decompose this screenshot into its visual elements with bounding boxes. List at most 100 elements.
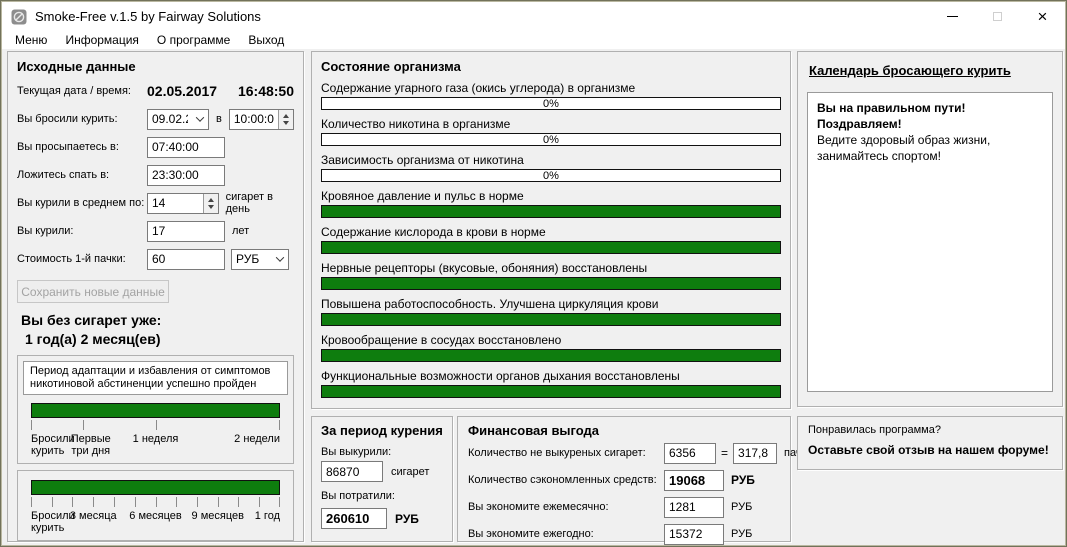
tick-label: Бросили курить [31, 433, 75, 457]
indicator-label: Нервные рецепторы (вкусовые, обоняния) в… [321, 261, 781, 275]
currency-dropdown-button[interactable] [272, 250, 288, 269]
avg-cigs-suffix: сигарет в день [226, 191, 294, 215]
first-year-progressbar [31, 480, 280, 495]
not-smoked-row: Количество не выкуреных сигарет: = пачек [468, 441, 780, 465]
indicator-row: Функциональные возможности органов дыхан… [321, 369, 781, 398]
saved-money-label: Количество сэкономленных средств: [468, 474, 664, 486]
minimize-icon [947, 16, 958, 17]
indicator-label: Функциональные возможности органов дыхан… [321, 369, 781, 383]
spinner-down-icon [208, 205, 214, 209]
financial-panel: Финансовая выгода Количество не выкурены… [457, 416, 791, 542]
indicator-progressbar [321, 313, 781, 326]
financial-title: Финансовая выгода [468, 423, 780, 438]
indicator-row: Кровообращение в сосудах восстановлено [321, 333, 781, 362]
yearly-savings-row: Вы экономите ежегодно: РУБ [468, 522, 780, 546]
maximize-button[interactable] [975, 2, 1020, 31]
smoked-suffix: сигарет [391, 466, 429, 478]
tick-label: 6 месяцев [129, 510, 181, 522]
initial-data-title: Исходные данные [17, 59, 294, 74]
menu-bar: Меню Информация О программе Выход [2, 31, 1065, 49]
indicator-label: Количество никотина в организме [321, 117, 781, 131]
pack-cost-input[interactable] [147, 249, 225, 270]
sleep-time-label: Ложитесь спать в: [17, 169, 147, 181]
calendar-message: Ведите здоровый образ жизни, занимайтесь… [817, 132, 1043, 164]
wake-time-label: Вы просыпаетесь в: [17, 141, 147, 153]
adaptation-ticks [31, 420, 280, 432]
avg-cigs-spin-buttons[interactable] [203, 194, 218, 213]
yearly-savings-input[interactable] [664, 524, 724, 545]
menu-item-about[interactable]: О программе [148, 32, 239, 48]
adaptation-progress-fill [32, 404, 279, 417]
avg-cigs-input[interactable] [148, 194, 203, 213]
sleep-time-input[interactable] [147, 165, 225, 186]
calendar-panel: Календарь бросающего курить Вы на правил… [797, 51, 1063, 407]
indicator-row: Содержание угарного газа (окись углерода… [321, 81, 781, 110]
indicator-percent-text: 0% [322, 134, 780, 146]
indicator-progressbar [321, 277, 781, 290]
pack-cost-row: Стоимость 1-й пачки: [17, 248, 294, 270]
indicator-row: Повышена работоспособность. Улучшена цир… [321, 297, 781, 326]
indicator-row: Нервные рецепторы (вкусовые, обоняния) в… [321, 261, 781, 290]
not-smoked-count-input[interactable] [664, 443, 716, 464]
indicator-progressbar: 0% [321, 133, 781, 146]
quit-date-combobox[interactable] [147, 109, 209, 130]
tick-label: 3 месяца [70, 510, 117, 522]
quit-time-input[interactable] [230, 110, 278, 129]
quit-time-spin-buttons[interactable] [278, 110, 293, 129]
no-smoke-label: Вы без сигарет уже: [17, 312, 294, 328]
quit-time-spinner[interactable] [229, 109, 294, 130]
quit-date-dropdown-button[interactable] [192, 110, 208, 129]
quit-date-row: Вы бросили курить: в [17, 108, 294, 130]
adaptation-tick-labels: Бросили курить Первые три дня 1 неделя 2… [31, 433, 280, 459]
save-button[interactable]: Сохранить новые данные [17, 280, 169, 303]
forum-review-link[interactable]: Оставьте свой отзыв на нашем форуме! [808, 443, 1052, 457]
indicator-label: Повышена работоспособность. Улучшена цир… [321, 297, 781, 311]
no-smoke-value: 1 год(а) 2 месяц(ев) [17, 331, 294, 347]
indicator-label: Содержание кислорода в крови в норме [321, 225, 781, 239]
avg-cigs-row: Вы курили в среднем по: сигарет в день [17, 192, 294, 214]
first-year-ticks [31, 497, 280, 509]
minimize-button[interactable] [930, 2, 975, 31]
saved-money-input[interactable] [664, 470, 724, 491]
spinner-down-icon [283, 121, 289, 125]
avg-cigs-label: Вы курили в среднем по: [17, 197, 147, 209]
pack-cost-label: Стоимость 1-й пачки: [17, 253, 147, 265]
spent-amount-input[interactable] [321, 508, 387, 529]
currency-combobox[interactable] [231, 249, 289, 270]
smoked-years-suffix: лет [232, 225, 249, 237]
menu-item-information[interactable]: Информация [56, 32, 147, 48]
smoked-years-label: Вы курили: [17, 225, 147, 237]
first-year-progress-fill [32, 481, 279, 494]
indicator-progressbar [321, 241, 781, 254]
close-icon: × [1038, 8, 1048, 25]
initial-data-panel: Исходные данные Текущая дата / время: 02… [7, 51, 304, 542]
indicator-percent-text: 0% [322, 98, 780, 110]
smoked-years-input[interactable] [147, 221, 225, 242]
indicator-progressbar: 0% [321, 169, 781, 182]
packs-count-input[interactable] [733, 443, 777, 464]
calendar-title: Календарь бросающего курить [809, 63, 1053, 78]
current-time: 16:48:50 [238, 83, 294, 99]
wake-time-row: Вы просыпаетесь в: [17, 136, 294, 158]
tick-label: 9 месяцев [192, 510, 244, 522]
spent-label: Вы потратили: [321, 490, 443, 502]
wake-time-input[interactable] [147, 137, 225, 158]
spinner-up-icon [283, 114, 289, 118]
chevron-down-icon [196, 113, 204, 121]
saved-money-suffix: РУБ [731, 473, 755, 487]
first-year-panel: Бросили курить 3 месяца 6 месяцев 9 меся… [17, 470, 294, 541]
avg-cigs-spinner[interactable] [147, 193, 219, 214]
menu-item-menu[interactable]: Меню [6, 32, 56, 48]
quit-date-input[interactable] [148, 111, 192, 128]
chevron-down-icon [276, 253, 284, 261]
monthly-savings-input[interactable] [664, 497, 724, 518]
adaptation-progressbar [31, 403, 280, 418]
currency-input[interactable] [232, 251, 272, 268]
menu-item-exit[interactable]: Выход [239, 32, 293, 48]
indicator-label: Содержание угарного газа (окись углерода… [321, 81, 781, 95]
smoking-period-title: За период курения [321, 423, 443, 438]
close-button[interactable]: × [1020, 2, 1065, 31]
spinner-up-icon [208, 198, 214, 202]
smoked-count-input[interactable] [321, 461, 383, 482]
title-bar: Smoke-Free v.1.5 by Fairway Solutions × [2, 2, 1065, 31]
